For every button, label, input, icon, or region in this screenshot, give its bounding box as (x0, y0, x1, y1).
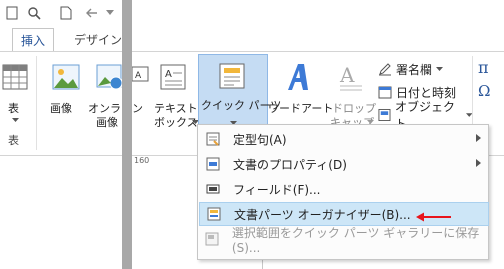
pictures-label: 画像 (50, 102, 72, 115)
textbox-button[interactable]: A テキスト ボックス (152, 60, 199, 140)
online-pictures-label-line2: 画像 (96, 116, 118, 129)
textbox-label-line1: テキスト (154, 102, 198, 115)
menu-item-document-property[interactable]: 文書のプロパティ(D) (199, 152, 489, 176)
menu-item-label: 文書のプロパティ(D) (233, 157, 347, 172)
tab-design[interactable]: デザイン (66, 28, 130, 52)
autotext-icon (205, 131, 221, 147)
field-icon (205, 181, 221, 197)
save-selection-icon (205, 231, 220, 247)
submenu-arrow-icon (476, 134, 481, 142)
signature-line-button[interactable]: 署名欄 (378, 60, 468, 78)
organizer-icon (206, 206, 222, 222)
svg-text:A: A (135, 71, 142, 81)
chevron-down-icon (465, 112, 472, 117)
ribbon-tabs: 挿入 デザイン (0, 26, 504, 52)
document-property-icon (205, 156, 221, 172)
chevron-down-icon (12, 118, 19, 122)
picture-icon (52, 64, 80, 90)
table-button[interactable]: 表 (2, 60, 30, 140)
vertical-divider-bar (122, 0, 132, 269)
qat-dropdown-icon[interactable] (100, 4, 120, 22)
wordart-label: ワードアート (268, 102, 334, 115)
tab-insert[interactable]: 挿入 (12, 28, 55, 52)
online-picture-icon (96, 64, 123, 90)
menu-item-label: 選択範囲をクイック パーツ ギャラリーに保存(S)... (231, 225, 480, 255)
dropcap-label-line1: ドロップ (332, 102, 376, 115)
quick-parts-icon (219, 63, 245, 89)
object-button[interactable]: オブジェクト (378, 100, 472, 131)
annotation-arrow-icon (416, 212, 451, 222)
menu-item-field[interactable]: フィールド(F)... (199, 177, 489, 201)
table-group-label: 表 (8, 134, 19, 147)
pictures-button[interactable]: 画像 (48, 60, 84, 120)
print-preview-icon[interactable] (2, 4, 22, 22)
menu-item-autotext[interactable]: 定型句(A) (199, 127, 489, 151)
signature-line-label: 署名欄 (396, 62, 433, 77)
object-icon (378, 108, 391, 122)
chevron-down-icon (436, 66, 444, 71)
calendar-icon (378, 86, 392, 99)
symbol-icon[interactable]: Ω (478, 82, 500, 102)
menu-item-label: フィールド(F)... (233, 182, 321, 197)
quick-parts-menu: 定型句(A) 文書のプロパティ(D) フィールド(F)... 文書パーツ オーガ… (197, 124, 489, 260)
signature-icon (379, 63, 391, 76)
ruler-mark: 160 (134, 156, 150, 165)
new-document-icon[interactable] (56, 4, 76, 22)
svg-text:A: A (165, 69, 172, 80)
svg-text:A: A (339, 63, 355, 87)
quick-access-toolbar (0, 0, 504, 26)
table-icon (2, 64, 28, 90)
wordart-button[interactable]: ワードアート (268, 60, 333, 120)
menu-item-label: 文書パーツ オーガナイザー(B)... (234, 207, 411, 222)
dropcap-icon: A (339, 63, 362, 91)
equation-icon[interactable]: π (478, 58, 500, 78)
table-label: 表 (8, 102, 19, 115)
undo-icon[interactable] (82, 4, 102, 22)
ruler: 160 (132, 156, 198, 166)
zoom-icon[interactable] (24, 4, 44, 22)
online-pictures-label-line1: オンライン (88, 102, 143, 115)
submenu-arrow-icon (476, 159, 481, 167)
wordart-icon (288, 64, 308, 90)
textbox-icon: A (160, 64, 186, 90)
menu-item-label: 定型句(A) (233, 132, 287, 147)
group-separator (36, 56, 37, 150)
menu-item-save-selection[interactable]: 選択範囲をクイック パーツ ギャラリーに保存(S)... (199, 226, 489, 255)
